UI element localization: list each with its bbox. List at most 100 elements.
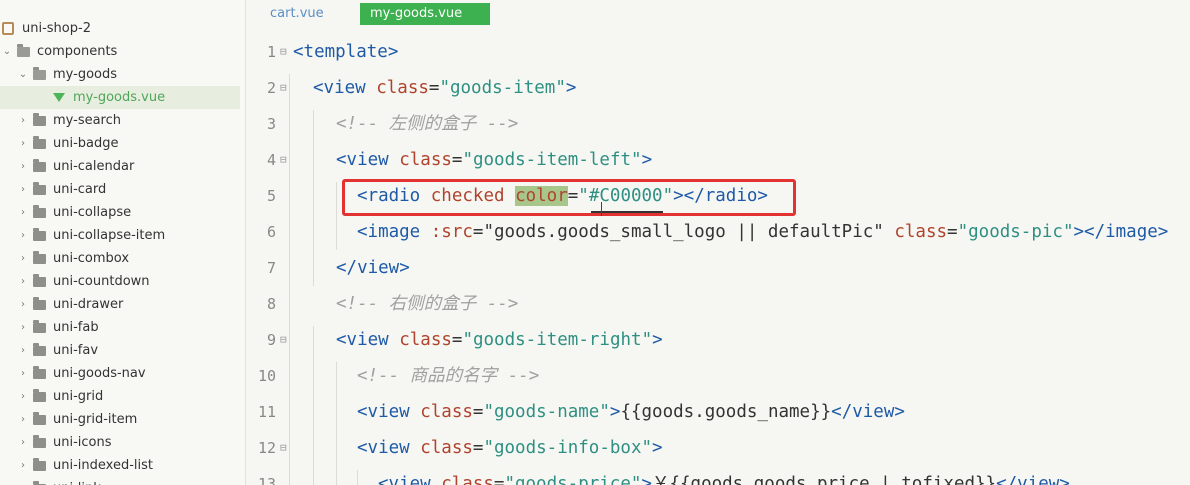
code-line[interactable]: 13 <view class="goods-price">￥{{goods.goo… — [246, 466, 1190, 485]
tab-cart-vue[interactable]: cart.vue — [260, 3, 334, 25]
code-token: <image — [357, 222, 431, 242]
tree-item-label: uni-card — [53, 182, 107, 197]
tree-item-my-search[interactable]: › my-search — [18, 109, 245, 132]
chevron-right-icon[interactable]: › — [18, 276, 28, 287]
chevron-right-icon[interactable]: › — [18, 161, 28, 172]
tree-item-label: components — [37, 44, 118, 59]
line-number: 11 — [257, 403, 276, 421]
code-token: <!-- 右侧的盒子 --> — [336, 294, 519, 314]
fold-toggle-icon[interactable]: ⊟ — [280, 322, 290, 358]
code-text: <template> — [293, 34, 398, 70]
code-token: "goods-info-box" — [483, 438, 653, 458]
folder-open-icon — [17, 43, 30, 57]
tree-item-uni-link[interactable]: ›uni-link — [18, 477, 245, 485]
chevron-right-icon[interactable]: › — [18, 414, 28, 425]
code-token: class — [894, 222, 948, 242]
code-text: <!-- 右侧的盒子 --> — [336, 286, 518, 322]
folder-icon — [33, 204, 46, 218]
code-line[interactable]: 10 <!-- 商品的名字 --> — [246, 358, 1190, 394]
project-explorer: uni-shop-2 ⌄ components ⌄ my-goods my-go… — [0, 0, 246, 485]
code-line[interactable]: 6 <image :src="goods.goods_small_logo || … — [246, 214, 1190, 250]
code-token: ></image> — [1073, 222, 1169, 242]
chevron-right-icon[interactable]: › — [18, 207, 28, 218]
code-text: </view> — [336, 250, 410, 286]
tree-item-uni-collapse-item[interactable]: › uni-collapse-item — [18, 224, 245, 247]
fold-toggle-icon[interactable]: ⊟ — [280, 142, 290, 178]
code-line[interactable]: 11 <view class="goods-name">{{goods.goods… — [246, 394, 1190, 430]
tree-item-project[interactable]: uni-shop-2 — [2, 17, 242, 40]
chevron-right-icon[interactable]: › — [18, 345, 28, 356]
chevron-right-icon[interactable]: › — [18, 322, 28, 333]
code-line[interactable]: 8 <!-- 右侧的盒子 --> — [246, 286, 1190, 322]
code-editor[interactable]: 1 ⊟ <template> 2 ⊟ <view class="goods-item"> 3… — [246, 28, 1190, 485]
tree-item-components[interactable]: ⌄ components — [2, 40, 242, 63]
chevron-right-icon[interactable]: › — [18, 230, 28, 241]
code-token: = — [493, 474, 505, 485]
code-token: <!-- 左侧的盒子 --> — [336, 114, 519, 134]
fold-toggle-icon[interactable]: ⊟ — [280, 34, 290, 70]
code-line[interactable]: 4 ⊟ <view class="goods-item-left"> — [246, 142, 1190, 178]
line-number: 9 — [266, 331, 276, 349]
tree-item-my-goods[interactable]: ⌄ my-goods — [18, 63, 245, 86]
code-line[interactable]: 12 ⊟ <view class="goods-info-box"> — [246, 430, 1190, 466]
chevron-right-icon[interactable]: › — [18, 115, 28, 126]
code-line[interactable]: 3 <!-- 左侧的盒子 --> — [246, 106, 1190, 142]
chevron-right-icon[interactable]: › — [18, 391, 28, 402]
folder-icon — [33, 227, 46, 241]
folder-icon — [33, 296, 46, 310]
code-text: <view class="goods-item-right"> — [336, 322, 663, 358]
tree-item-my-goods-vue[interactable]: my-goods.vue — [0, 86, 240, 109]
tree-item-uni-icons[interactable]: › uni-icons — [18, 431, 245, 454]
tree-item-uni-card[interactable]: › uni-card — [18, 178, 245, 201]
code-token: = — [451, 150, 463, 170]
fold-toggle-icon[interactable]: ⊟ — [280, 70, 290, 106]
code-token: class — [441, 474, 494, 485]
fold-toggle-icon[interactable]: ⊟ — [280, 430, 290, 466]
tree-item-uni-collapse[interactable]: › uni-collapse — [18, 201, 245, 224]
code-token: > — [652, 330, 663, 350]
code-token: <view — [336, 330, 400, 350]
tree-item-uni-fab[interactable]: › uni-fab — [18, 316, 245, 339]
folder-icon — [33, 434, 46, 448]
tree-item-label: uni-fav — [53, 343, 99, 358]
folder-icon — [33, 112, 46, 126]
folder-icon — [33, 250, 46, 264]
chevron-right-icon[interactable]: › — [18, 368, 28, 379]
code-token: = — [472, 402, 484, 422]
tree-item-label: uni-fab — [53, 320, 99, 335]
tree-item-uni-fav[interactable]: › uni-fav — [18, 339, 245, 362]
tree-item-label: uni-indexed-list — [53, 458, 153, 473]
tree-item-uni-grid[interactable]: › uni-grid — [18, 385, 245, 408]
code-line[interactable]: 9 ⊟ <view class="goods-item-right"> — [246, 322, 1190, 358]
chevron-right-icon[interactable]: › — [18, 253, 28, 264]
code-text: <image :src="goods.goods_small_logo || d… — [357, 214, 1168, 250]
code-token: "goods-name" — [483, 402, 610, 422]
chevron-down-icon[interactable]: ⌄ — [18, 69, 28, 80]
tree-item-uni-grid-item[interactable]: › uni-grid-item — [18, 408, 245, 431]
code-line[interactable]: 2 ⊟ <view class="goods-item"> — [246, 70, 1190, 106]
chevron-right-icon[interactable]: › — [18, 460, 28, 471]
code-token: <view — [357, 402, 421, 422]
tab-my-goods-vue[interactable]: my-goods.vue — [360, 3, 490, 25]
tree-item-uni-combox[interactable]: › uni-combox — [18, 247, 245, 270]
tree-item-uni-goods-nav[interactable]: › uni-goods-nav — [18, 362, 245, 385]
code-line[interactable]: 7 </view> — [246, 250, 1190, 286]
folder-icon — [33, 365, 46, 379]
code-line[interactable]: 1 ⊟ <template> — [246, 34, 1190, 70]
tree-item-uni-calendar[interactable]: › uni-calendar — [18, 155, 245, 178]
chevron-down-icon[interactable]: ⌄ — [2, 46, 12, 57]
tree-item-label: uni-goods-nav — [53, 366, 146, 381]
chevron-right-icon[interactable]: › — [18, 437, 28, 448]
tree-item-uni-badge[interactable]: › uni-badge — [18, 132, 245, 155]
code-token: <view — [336, 150, 400, 170]
line-number: 2 — [266, 79, 276, 97]
tree-item-label: uni-collapse — [53, 205, 132, 220]
line-number: 13 — [257, 475, 276, 485]
tree-item-uni-drawer[interactable]: › uni-drawer — [18, 293, 245, 316]
tree-item-uni-countdown[interactable]: › uni-countdown — [18, 270, 245, 293]
chevron-right-icon[interactable]: › — [18, 138, 28, 149]
chevron-right-icon[interactable]: › — [18, 184, 28, 195]
tree-item-uni-indexed-list[interactable]: › uni-indexed-list — [18, 454, 245, 477]
code-token: > — [641, 150, 653, 170]
chevron-right-icon[interactable]: › — [18, 299, 28, 310]
